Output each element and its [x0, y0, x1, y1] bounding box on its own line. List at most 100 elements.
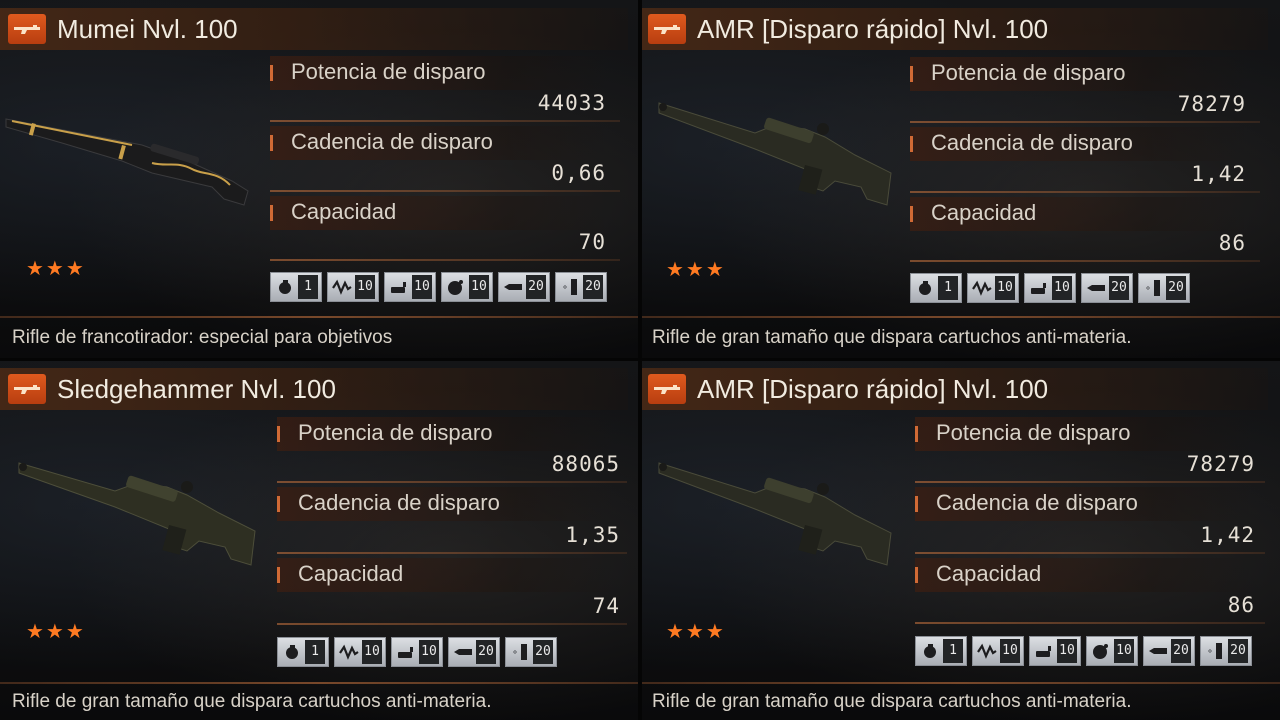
stat-divider	[270, 190, 620, 192]
upgrade-slot[interactable]: 20	[1081, 273, 1133, 303]
upgrade-slot[interactable]: 10	[972, 636, 1024, 666]
upgrade-level: 20	[1171, 639, 1191, 663]
stat-power-value: 88065	[551, 452, 620, 476]
stat-rate-label-box: Cadencia de disparo	[910, 127, 1250, 161]
grenade-icon	[919, 641, 941, 661]
bullet-icon	[1033, 641, 1055, 661]
description-divider	[0, 316, 640, 318]
description-divider	[640, 316, 1280, 318]
upgrade-level: 10	[1057, 639, 1077, 663]
grenade-icon	[914, 278, 936, 298]
stat-capacity-label: Capacidad	[298, 561, 404, 586]
upgrade-level: 20	[1228, 639, 1248, 663]
weapon-card[interactable]: AMR [Disparo rápido] Nvl. 100 Potencia d…	[640, 0, 1280, 360]
stat-divider	[277, 552, 627, 554]
stat-capacity-value: 86	[1218, 231, 1246, 255]
rifle-category-icon	[8, 374, 46, 404]
upgrade-slot[interactable]: 20	[505, 637, 557, 667]
upgrade-slot[interactable]: 10	[1029, 636, 1081, 666]
weapon-card[interactable]: AMR [Disparo rápido] Nvl. 100 Potencia d…	[640, 360, 1280, 720]
upgrade-slot[interactable]: 10	[441, 272, 493, 302]
upgrade-level: 10	[362, 640, 382, 664]
upgrade-slots: 1 10 10 10 20 20	[915, 636, 1252, 666]
upgrade-level: 20	[476, 640, 496, 664]
stat-power-label-box: Potencia de disparo	[277, 417, 617, 451]
panel-divider-horizontal	[0, 358, 1280, 361]
upgrade-level: 10	[469, 275, 489, 299]
amr-rifle-image	[658, 102, 892, 206]
upgrade-slot[interactable]: 10	[1024, 273, 1076, 303]
upgrade-slot[interactable]: 20	[1200, 636, 1252, 666]
weapon-description: Rifle de francotirador: especial para ob…	[12, 327, 393, 348]
upgrade-slot[interactable]: 20	[448, 637, 500, 667]
shell-icon	[452, 642, 474, 662]
shell-icon	[1085, 278, 1107, 298]
weapon-name: AMR [Disparo rápido] Nvl. 100	[697, 14, 1049, 44]
bullet-icon	[395, 642, 417, 662]
stat-power-label: Potencia de disparo	[936, 420, 1131, 445]
upgrade-level: 10	[412, 275, 432, 299]
upgrade-level: 10	[1000, 639, 1020, 663]
stat-rate-value: 1,42	[1200, 523, 1255, 547]
upgrade-slot[interactable]: 10	[967, 273, 1019, 303]
upgrade-slot[interactable]: 20	[498, 272, 550, 302]
stat-divider	[270, 259, 620, 261]
weapon-comparison-grid: Mumei Nvl. 100 Potencia de disparo 44033…	[0, 0, 1280, 720]
upgrade-level: 20	[1109, 276, 1129, 300]
stat-power-label: Potencia de disparo	[291, 59, 486, 84]
upgrade-slot[interactable]: 1	[915, 636, 967, 666]
stat-divider	[910, 121, 1260, 123]
upgrade-slot[interactable]: 10	[384, 272, 436, 302]
rarity-stars: ★★★	[26, 621, 86, 643]
stat-rate-value: 0,66	[551, 161, 606, 185]
rifle-category-icon	[8, 14, 46, 44]
upgrade-slot[interactable]: 1	[910, 273, 962, 303]
upgrade-slots: 1 10 10 20 20	[910, 273, 1190, 303]
weapon-description: Rifle de gran tamaño que dispara cartuch…	[652, 327, 1132, 348]
wave-icon	[338, 642, 360, 662]
stat-divider	[910, 191, 1260, 193]
upgrade-slot[interactable]: 10	[1086, 636, 1138, 666]
rarity-stars: ★★★	[666, 621, 726, 643]
upgrade-slot[interactable]: 10	[327, 272, 379, 302]
stat-divider	[270, 120, 620, 122]
weapon-card[interactable]: Mumei Nvl. 100 Potencia de disparo 44033…	[0, 0, 640, 360]
bullet-icon	[388, 277, 410, 297]
upgrade-slot[interactable]: 1	[270, 272, 322, 302]
upgrade-level: 10	[1114, 639, 1134, 663]
upgrade-level: 10	[419, 640, 439, 664]
upgrade-slot[interactable]: 10	[334, 637, 386, 667]
stat-rate-label: Cadencia de disparo	[298, 490, 500, 515]
magazine-icon	[509, 642, 531, 662]
upgrade-slot[interactable]: 10	[391, 637, 443, 667]
weapon-description: Rifle de gran tamaño que dispara cartuch…	[652, 691, 1132, 712]
stat-power-label-box: Potencia de disparo	[270, 56, 610, 90]
stat-capacity-label-box: Capacidad	[277, 558, 617, 592]
stat-divider	[910, 260, 1260, 262]
stat-power-label: Potencia de disparo	[298, 420, 493, 445]
magazine-icon	[559, 277, 581, 297]
weapon-card[interactable]: Sledgehammer Nvl. 100 Potencia de dispar…	[0, 360, 640, 720]
description-divider	[640, 682, 1280, 684]
shell-icon	[502, 277, 524, 297]
stat-capacity-value: 86	[1227, 593, 1255, 617]
magazine-icon	[1142, 278, 1164, 298]
upgrade-slots: 1 10 10 10 20 20	[270, 272, 607, 302]
stat-capacity-label: Capacidad	[936, 561, 1042, 586]
wave-icon	[976, 641, 998, 661]
stat-rate-label-box: Cadencia de disparo	[277, 487, 617, 521]
wave-icon	[331, 277, 353, 297]
stat-divider	[277, 481, 627, 483]
upgrade-slot[interactable]: 20	[555, 272, 607, 302]
upgrade-slot[interactable]: 1	[277, 637, 329, 667]
grenade-icon	[274, 277, 296, 297]
weapon-name: Mumei Nvl. 100	[57, 14, 238, 44]
upgrade-slot[interactable]: 20	[1138, 273, 1190, 303]
bomb-icon	[1090, 641, 1112, 661]
upgrade-slot[interactable]: 20	[1143, 636, 1195, 666]
bullet-icon	[1028, 278, 1050, 298]
weapon-title-bar: Sledgehammer Nvl. 100	[0, 368, 628, 410]
stat-divider	[915, 622, 1265, 624]
upgrade-level: 1	[298, 275, 318, 299]
stat-rate-value: 1,42	[1191, 162, 1246, 186]
